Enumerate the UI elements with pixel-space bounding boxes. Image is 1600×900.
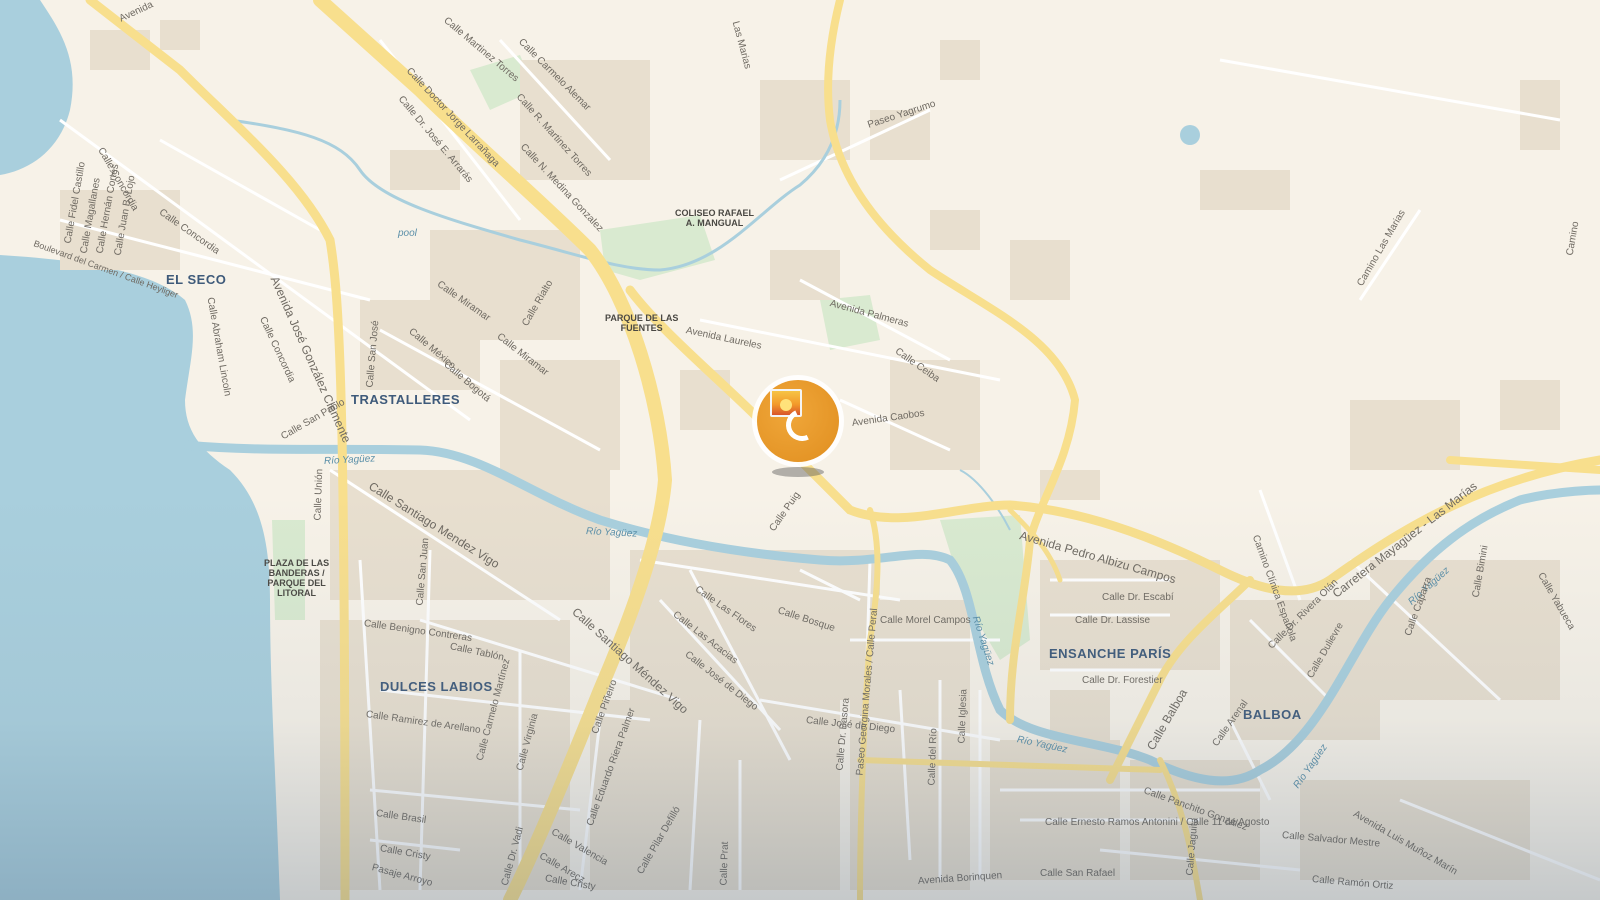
poi-label-coliseo: COLISEO RAFAEL A. MANGUAL (675, 208, 754, 228)
poi-line: COLISEO RAFAEL (675, 208, 755, 218)
street-label: Calle Dr. Escabí (1102, 592, 1174, 603)
street-label: Calle Ernesto Ramos Antonini / Calle 11 … (1045, 817, 1270, 828)
neighborhood-label-balboa: BALBOA (1243, 707, 1302, 722)
location-marker[interactable] (752, 375, 844, 485)
street-label: Calle Morel Campos (880, 615, 971, 626)
marker-shadow (772, 467, 824, 477)
poi-line: PARQUE DEL (267, 578, 326, 588)
street-label: Calle Unión (312, 468, 326, 521)
pond-water (1180, 125, 1200, 145)
poi-line: PARQUE DE LAS (605, 313, 679, 323)
poi-line: PLAZA DE LAS (264, 558, 330, 568)
poi-label-plaza-banderas: PLAZA DE LAS BANDERAS / PARQUE DEL LITOR… (264, 558, 329, 598)
poi-line: A. MANGUAL (685, 218, 744, 228)
street-label: Calle Dr. Forestier (1082, 675, 1163, 686)
poi-label-parque-fuentes: PARQUE DE LAS FUENTES (605, 313, 678, 333)
water-label-pool: pool (398, 228, 417, 239)
poi-line: BANDERAS / (268, 568, 325, 578)
map-view[interactable]: EL SECO TRASTALLERES DULCES LABIOS ENSAN… (0, 0, 1600, 900)
poi-line: LITORAL (277, 588, 316, 598)
street-label: Calle San Rafael (1040, 868, 1116, 879)
street-label: Calle Dr. Lassise (1075, 615, 1151, 626)
street-label: Calle del Río (926, 728, 940, 786)
neighborhood-label-el-seco: EL SECO (166, 272, 227, 287)
neighborhood-label-ensanche-paris: ENSANCHE PARÍS (1049, 646, 1172, 661)
neighborhood-label-trastalleres: TRASTALLERES (351, 392, 461, 407)
neighborhood-label-dulces-labios: DULCES LABIOS (380, 679, 493, 694)
street-label: Calle Prat (718, 841, 732, 886)
poi-line: FUENTES (620, 323, 663, 333)
street-label: Calle Iglesia (956, 688, 970, 744)
